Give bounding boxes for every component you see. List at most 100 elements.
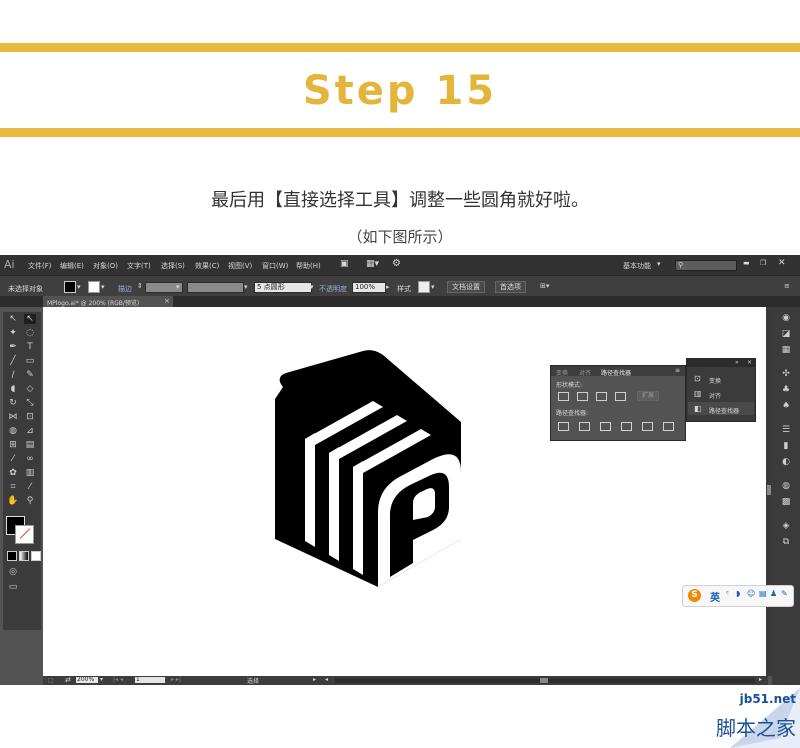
- panel-item-pathfinder-row[interactable]: ◧ 路径查找器: [688, 402, 754, 415]
- chevron-down-icon[interactable]: ▾: [657, 260, 661, 268]
- menu-view[interactable]: 视图(V): [228, 261, 252, 271]
- maximize-icon[interactable]: ❐: [760, 259, 766, 267]
- tab-align[interactable]: 对齐: [579, 368, 591, 377]
- bridge-icon[interactable]: ▣: [340, 259, 349, 269]
- direct-selection-tool-icon[interactable]: ↖: [24, 314, 36, 324]
- arrange-docs-icon[interactable]: ⊞▾: [540, 282, 549, 290]
- width-tool-icon[interactable]: ⋈: [7, 412, 19, 422]
- menu-select[interactable]: 选择(S): [161, 261, 185, 271]
- crop-icon[interactable]: [621, 422, 632, 431]
- rotate-tool-icon[interactable]: ↻: [7, 398, 19, 408]
- stroke-color-box[interactable]: [15, 525, 34, 544]
- brush-field[interactable]: 5 点圆形: [254, 282, 312, 293]
- hand-tool-icon[interactable]: ✋: [7, 496, 19, 506]
- preferences-button[interactable]: 首选项: [495, 281, 526, 293]
- type-tool-icon[interactable]: T: [24, 342, 36, 352]
- artboards-icon[interactable]: ⧉: [780, 537, 792, 548]
- workspace-switcher[interactable]: 基本功能: [623, 261, 651, 271]
- color-mode-icon[interactable]: [7, 551, 17, 561]
- chevron-down-icon[interactable]: ▾: [310, 283, 314, 291]
- ime-keyboard-icon[interactable]: ▤: [759, 589, 767, 598]
- unite-icon[interactable]: [558, 392, 569, 401]
- chevron-down-icon[interactable]: ▾: [431, 283, 435, 291]
- slice-tool-icon[interactable]: ⁄: [24, 482, 36, 492]
- gradient-tool-icon[interactable]: ▤: [24, 440, 36, 450]
- chevron-right-icon[interactable]: ▸: [386, 283, 390, 291]
- stepper-icon[interactable]: ⇕: [137, 282, 143, 290]
- lasso-icon[interactable]: ◌: [24, 328, 36, 338]
- ime-language[interactable]: 英: [710, 589, 720, 604]
- rectangle-tool-icon[interactable]: ▭: [24, 356, 36, 366]
- panel-menu-icon[interactable]: ≡: [675, 367, 680, 374]
- stroke-swatch[interactable]: [88, 281, 100, 293]
- pen-tool-icon[interactable]: ✒: [7, 342, 19, 352]
- zoom-options-icon[interactable]: ⇄: [65, 676, 71, 684]
- mesh-tool-icon[interactable]: ⊞: [7, 440, 19, 450]
- menu-type[interactable]: 文字(T): [127, 261, 151, 271]
- minus-back-icon[interactable]: [663, 422, 674, 431]
- color-guide-icon[interactable]: ◪: [780, 329, 792, 340]
- menu-window[interactable]: 窗口(W): [262, 261, 288, 271]
- symbol-sprayer-icon[interactable]: ✿: [7, 468, 19, 478]
- eyedropper-icon[interactable]: ⁄: [7, 454, 19, 464]
- ime-logo-icon[interactable]: S: [688, 589, 701, 602]
- free-transform-icon[interactable]: ⊡: [24, 412, 36, 422]
- menu-effect[interactable]: 效果(C): [195, 261, 219, 271]
- intersect-icon[interactable]: [596, 392, 607, 401]
- outline-icon[interactable]: [642, 422, 653, 431]
- selection-tool-icon[interactable]: ↖: [7, 314, 19, 324]
- divide-icon[interactable]: [558, 422, 569, 431]
- artboard-canvas[interactable]: 变换 对齐 路径查找器 ≡ 形状模式: 扩展 路径查找器: » × ⊡ 变换 ▥…: [43, 307, 768, 676]
- variable-width-field[interactable]: [187, 282, 244, 293]
- first-page-icon[interactable]: |◂ ◂: [113, 676, 123, 683]
- blend-tool-icon[interactable]: ∞: [24, 454, 36, 464]
- magic-wand-icon[interactable]: ✦: [7, 328, 19, 338]
- artboard-tool-icon[interactable]: ⌗: [7, 482, 19, 492]
- chevron-down-icon[interactable]: ▾: [176, 283, 180, 291]
- panel-item-transform[interactable]: 变换: [709, 376, 721, 385]
- swatches-icon[interactable]: ▦: [780, 345, 792, 356]
- chevron-down-icon[interactable]: ▾: [77, 283, 81, 291]
- tab-pathfinder[interactable]: 路径查找器: [601, 368, 631, 377]
- eraser-icon[interactable]: ◇: [24, 384, 36, 394]
- chevron-down-icon[interactable]: ▾: [244, 283, 248, 291]
- page-field[interactable]: 1: [135, 676, 165, 683]
- tab-transform[interactable]: 变换: [556, 368, 568, 377]
- mp-logo-artwork[interactable]: [43, 307, 768, 676]
- search-field[interactable]: ⚲: [675, 260, 737, 271]
- line-tool-icon[interactable]: ╱: [7, 356, 19, 366]
- ime-punctuation-icon[interactable]: ᶜ: [726, 589, 729, 598]
- panel-menu-icon[interactable]: ≡: [784, 282, 790, 290]
- fill-swatch[interactable]: [64, 281, 76, 293]
- exclude-icon[interactable]: [615, 392, 626, 401]
- panel-item-align[interactable]: 对齐: [709, 391, 721, 400]
- transparency-icon[interactable]: ◐: [780, 457, 792, 468]
- scroll-left-icon[interactable]: ◂: [325, 676, 328, 683]
- scale-tool-icon[interactable]: ⤡: [24, 398, 36, 408]
- none-mode-icon[interactable]: [31, 551, 41, 561]
- perspective-grid-icon[interactable]: ⊿: [24, 426, 36, 436]
- gradient-mode-icon[interactable]: [19, 551, 29, 561]
- horizontal-scroll-thumb[interactable]: [540, 678, 548, 683]
- brushes-icon[interactable]: ✣: [780, 369, 792, 380]
- expand-button[interactable]: 扩展: [637, 391, 660, 401]
- menu-object[interactable]: 对象(O): [93, 261, 118, 271]
- screen-mode-icon[interactable]: ▭: [7, 582, 19, 592]
- menu-help[interactable]: 帮助(H): [296, 261, 321, 271]
- document-tab[interactable]: MPlogo.ai* @ 200% (RGB/预览) ×: [43, 296, 173, 307]
- opacity-field[interactable]: 100%: [352, 282, 386, 293]
- appearance-icon[interactable]: ◍: [780, 481, 792, 492]
- layers-icon[interactable]: ◈: [780, 521, 792, 532]
- ime-settings-icon[interactable]: ✎: [781, 589, 788, 598]
- scroll-thumb[interactable]: [767, 485, 771, 495]
- merge-icon[interactable]: [600, 422, 611, 431]
- shape-builder-icon[interactable]: ◍: [7, 426, 19, 436]
- sync-icon[interactable]: ⚙: [392, 258, 401, 269]
- graph-tool-icon[interactable]: ▥: [24, 468, 36, 478]
- trim-icon[interactable]: [579, 422, 590, 431]
- graphic-styles-icon[interactable]: ♠: [780, 401, 792, 412]
- menu-file[interactable]: 文件(F): [28, 261, 52, 271]
- blob-brush-icon[interactable]: ◖: [7, 384, 19, 394]
- stroke-label[interactable]: 描边: [118, 284, 132, 294]
- graphic-style-icon[interactable]: ▩: [780, 497, 792, 508]
